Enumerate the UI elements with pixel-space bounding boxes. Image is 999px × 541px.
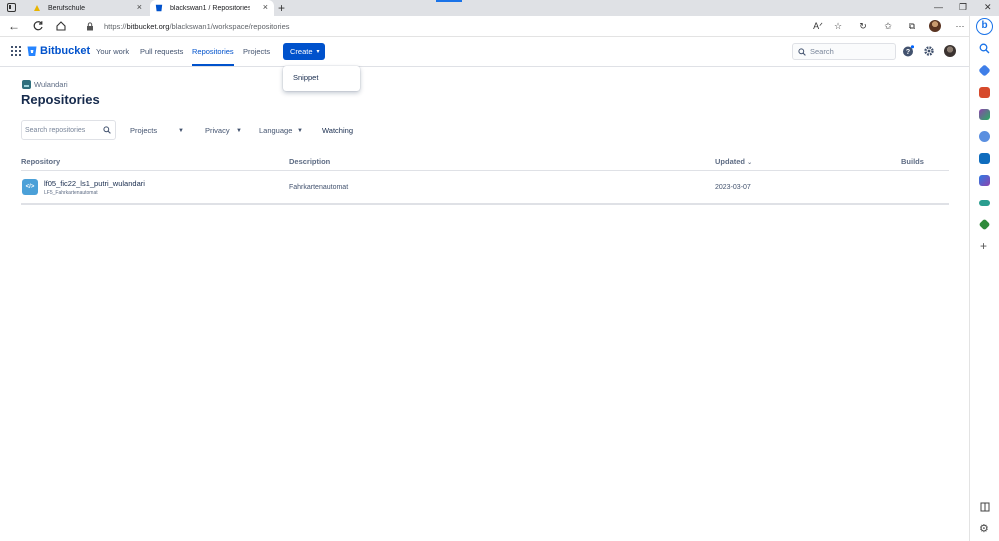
sort-chevron-down-icon: ⌄ [747,160,753,166]
settings-icon[interactable] [923,45,935,57]
page-title: Repositories [21,92,100,107]
privacy-filter-dropdown[interactable]: Privacy ▼ [205,126,242,135]
home-icon[interactable] [55,20,67,32]
chevron-down-icon: ▼ [178,127,184,134]
watching-filter-label: Watching [322,126,353,135]
edge-sidebar: b + ⚙ [969,16,999,541]
favorites-icon[interactable]: ✩ [882,20,894,32]
url-field[interactable]: https://bitbucket.org/blackswan1/workspa… [80,18,770,35]
tools-icon[interactable] [979,87,990,98]
table-row-divider [21,203,949,205]
bitbucket-top-nav: Bitbucket Your work Pull requests Reposi… [0,37,969,67]
designer-icon[interactable] [979,175,990,186]
column-header-description: Description [289,157,331,166]
browser-tab-bitbucket[interactable]: blackswan1 / Repositories — Bitbucket × [150,0,274,16]
close-window-icon[interactable]: ✕ [984,2,992,13]
settings-gear-icon[interactable]: ⚙ [979,522,989,535]
add-favorite-icon[interactable]: ☆ [832,20,844,32]
projects-filter-label: Projects [130,126,158,135]
user-avatar[interactable] [944,45,956,57]
browser-tab-strip: Berufschule × blackswan1 / Repositories … [0,0,999,16]
new-tab-icon[interactable]: + [278,1,285,15]
chevron-down-icon: ▼ [297,127,303,134]
maximize-icon[interactable]: ❐ [959,2,967,13]
minimize-icon[interactable]: — [934,2,943,12]
create-dropdown-menu: Snippet [283,66,360,91]
create-button[interactable]: Create ▾ [283,43,325,60]
bing-copilot-icon[interactable]: b [976,18,993,35]
browser-profile-avatar[interactable] [929,20,941,32]
tab-actions-icon[interactable] [7,3,16,12]
column-header-updated[interactable]: Updated ⌄ [715,157,752,166]
address-bar: ← https://bitbucket.org/blackswan1/works… [0,16,999,37]
language-filter-label: Language [259,126,293,135]
shopping-tag-icon[interactable] [978,64,991,77]
read-aloud-icon[interactable]: Aᐟ [812,20,824,32]
repository-updated-date: 2023-03-07 [715,184,751,191]
nav-projects[interactable]: Projects [243,47,270,56]
create-label: Create [290,47,313,56]
drag-indicator [436,0,462,2]
browser-tab-berufschule[interactable]: Berufschule × [28,0,148,16]
watching-filter-toggle[interactable]: Watching [322,126,353,135]
projects-filter-dropdown[interactable]: Projects ▼ [130,126,184,135]
tree-icon[interactable] [978,218,991,231]
breadcrumb-workspace[interactable]: Wulandari [34,80,68,89]
close-tab-icon[interactable]: × [137,3,142,12]
chevron-down-icon: ▼ [236,127,242,134]
search-icon [103,126,111,134]
repository-name-link[interactable]: lf05_fic22_ls1_putri_wulandari [44,179,145,188]
bitbucket-logo-icon [27,46,37,56]
drop-icon[interactable] [979,200,990,206]
outlook-icon[interactable] [979,153,990,164]
tab-title: Berufschule [48,4,85,12]
bitbucket-favicon-icon [155,4,163,12]
product-name: Bitbucket [40,45,91,57]
search-placeholder: Search [810,47,834,56]
search-repositories-placeholder: Search repositories [25,126,86,134]
privacy-filter-label: Privacy [205,126,230,135]
app-switcher-icon[interactable] [11,46,21,56]
breadcrumb[interactable]: Wulandari [22,80,68,89]
collections-icon[interactable]: ⧉ [906,20,918,32]
microsoft-365-icon[interactable] [979,131,990,142]
sidebar-layout-icon[interactable] [980,502,990,512]
search-repositories-input[interactable]: Search repositories [21,120,116,140]
help-icon[interactable]: ? [902,45,914,57]
add-sidebar-app-icon[interactable]: + [980,239,987,253]
sidebar-search-icon[interactable] [979,43,990,54]
url-text: https://bitbucket.org/blackswan1/workspa… [104,22,290,31]
menu-item-snippet[interactable]: Snippet [293,73,318,82]
refresh-icon[interactable] [32,20,44,32]
close-tab-icon[interactable]: × [263,3,268,12]
bitbucket-logo[interactable]: Bitbucket [27,45,90,57]
refresh-page-icon[interactable]: ↻ [857,20,869,32]
language-filter-dropdown[interactable]: Language ▼ [259,126,303,135]
column-header-builds: Builds [901,157,924,166]
school-favicon-icon [34,5,40,11]
repository-project-name[interactable]: LF5_Fahrkartenautomat [44,190,98,196]
search-icon [798,47,806,56]
workspace-icon [22,80,31,89]
global-search-input[interactable]: Search [792,43,896,60]
nav-your-work[interactable]: Your work [96,47,129,56]
nav-pull-requests[interactable]: Pull requests [140,47,183,56]
column-header-repository[interactable]: Repository [21,157,60,166]
tab-title: blackswan1 / Repositories — Bitbucket [170,4,250,12]
svg-text:?: ? [906,49,910,56]
nav-repositories[interactable]: Repositories [192,47,234,56]
back-arrow-icon[interactable]: ← [8,20,20,32]
chevron-down-icon: ▾ [316,49,320,55]
table-header-divider [21,170,949,171]
more-options-icon[interactable]: ··· [954,20,966,32]
games-icon[interactable] [979,109,990,120]
repository-description: Fahrkartenautomat [289,184,349,191]
lock-icon [87,22,93,31]
active-nav-indicator [192,64,234,66]
code-repo-icon: </> [22,179,38,195]
